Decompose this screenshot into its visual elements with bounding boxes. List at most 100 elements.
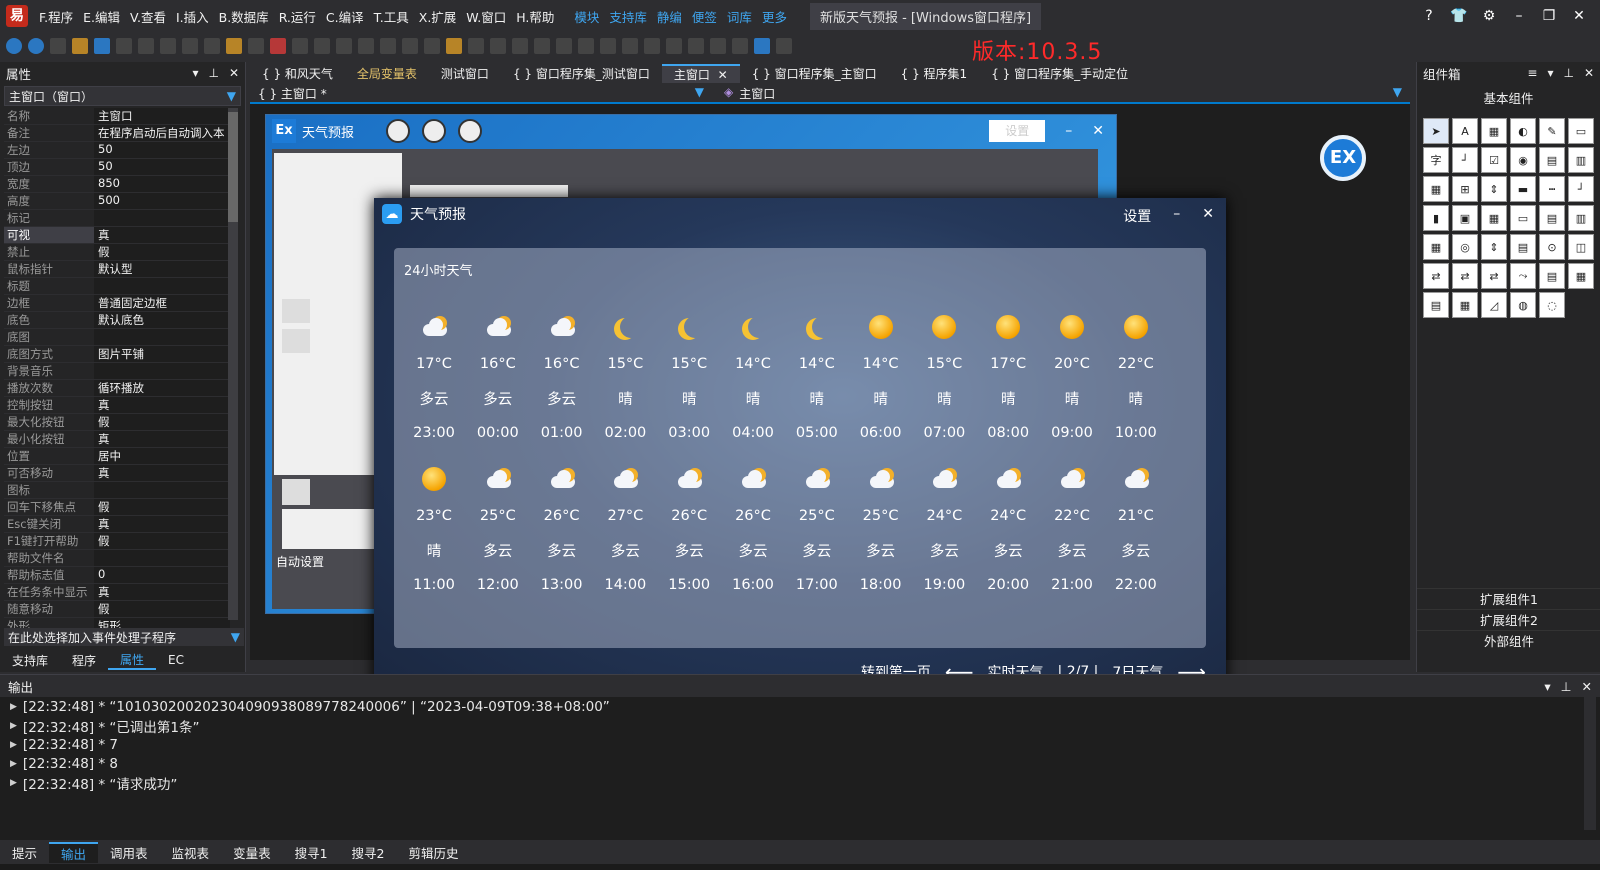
window-icon[interactable] — [468, 38, 484, 54]
close-icon[interactable]: ✕ — [1582, 679, 1592, 694]
step-into-icon[interactable] — [380, 38, 396, 54]
close-button[interactable]: ✕ — [1568, 8, 1590, 24]
component-tool-icon[interactable]: A — [1452, 118, 1478, 144]
quick-link[interactable]: 支持库 — [604, 7, 652, 26]
expand-triangle-icon[interactable]: ▶ — [10, 759, 17, 769]
property-value[interactable]: 居中 — [94, 448, 230, 464]
center-v-icon[interactable] — [600, 38, 616, 54]
property-value[interactable]: 在程序启动后自动调入本 — [94, 125, 230, 141]
property-value[interactable]: 50 — [94, 159, 230, 175]
sun-thumb-icon[interactable] — [282, 479, 310, 505]
lightbulb-icon[interactable] — [446, 38, 462, 54]
output-line[interactable]: ▶ [22:32:48] * 8 — [0, 754, 1600, 773]
property-row[interactable]: 在任务条中显示真 — [4, 584, 230, 601]
output-line[interactable]: ▶ [22:32:48] * 7 — [0, 735, 1600, 754]
step-icon[interactable] — [336, 38, 352, 54]
property-row[interactable]: 位置 居中 — [4, 448, 230, 465]
component-tool-icon[interactable]: ▦ — [1568, 263, 1594, 289]
minimize-button[interactable]: – — [1508, 8, 1530, 24]
quick-link[interactable]: 词库 — [722, 7, 757, 26]
property-row[interactable]: 名称 主窗口 — [4, 108, 230, 125]
list-icon[interactable]: ≡ — [1527, 66, 1537, 80]
component-tool-icon[interactable]: ▦ — [1481, 205, 1507, 231]
property-value[interactable]: 真 — [94, 516, 230, 532]
left-tab[interactable]: EC — [156, 653, 196, 667]
bottom-tab[interactable]: 提示 — [0, 843, 49, 862]
left-tab[interactable]: 支持库 — [0, 652, 60, 669]
redo-icon[interactable] — [182, 38, 198, 54]
help-icon[interactable]: ? — [1418, 8, 1440, 24]
dropdown-icon[interactable]: ▾ — [1544, 679, 1550, 694]
align-bottom-icon[interactable] — [556, 38, 572, 54]
property-value[interactable]: 假 — [94, 533, 230, 549]
quick-link[interactable]: 静编 — [652, 7, 687, 26]
component-category[interactable]: 扩展组件1 — [1417, 588, 1600, 609]
component-tool-icon[interactable]: ▤ — [1539, 205, 1565, 231]
component-tool-icon[interactable]: ┘ — [1452, 147, 1478, 173]
back-icon[interactable] — [6, 38, 22, 54]
property-row[interactable]: 顶边 50 — [4, 159, 230, 176]
component-tool-icon[interactable]: ⇄ — [1452, 263, 1478, 289]
property-row[interactable]: 左边 50 — [4, 142, 230, 159]
menu-item[interactable]: H.帮助 — [511, 7, 559, 26]
property-row[interactable]: 播放次数 循环播放 — [4, 380, 230, 397]
property-value[interactable]: 真 — [94, 465, 230, 481]
document-tab[interactable]: 测试窗口 — [429, 65, 501, 82]
property-value[interactable]: 主窗口 — [94, 108, 230, 124]
component-tool-icon[interactable]: ◍ — [1510, 292, 1536, 318]
object-selector[interactable]: 主窗口（窗口） ▼ — [4, 86, 241, 106]
menu-item[interactable]: V.查看 — [125, 7, 171, 26]
document-tab[interactable]: { } 和风天气 — [250, 65, 345, 82]
component-tool-icon[interactable]: ◉ — [1510, 147, 1536, 173]
left-tab[interactable]: 属性 — [108, 651, 157, 670]
component-tool-icon[interactable]: ⇕ — [1481, 176, 1507, 202]
component-tool-icon[interactable]: ⊙ — [1539, 234, 1565, 260]
bottom-tab[interactable]: 剪辑历史 — [396, 843, 470, 862]
component-tool-icon[interactable]: ▦ — [1481, 118, 1507, 144]
component-tool-icon[interactable]: ▤ — [1423, 292, 1449, 318]
quick-link[interactable]: 便签 — [687, 7, 722, 26]
maximize-button[interactable]: ❐ — [1538, 8, 1560, 24]
property-row[interactable]: F1键打开帮助假 — [4, 533, 230, 550]
property-row[interactable]: 底色 默认底色 — [4, 312, 230, 329]
tools-icon[interactable] — [776, 38, 792, 54]
property-row[interactable]: 底图方式 图片平铺 — [4, 346, 230, 363]
expand-icon[interactable] — [732, 38, 748, 54]
left-tab[interactable]: 程序 — [60, 652, 108, 669]
property-value[interactable]: 真 — [94, 227, 230, 243]
project-icon[interactable] — [226, 38, 242, 54]
component-tool-icon[interactable]: ⇄ — [1423, 263, 1449, 289]
property-value[interactable]: 50 — [94, 142, 230, 158]
expand-triangle-icon[interactable]: ▶ — [10, 702, 17, 712]
ex-badge-icon[interactable]: EX — [1320, 135, 1366, 181]
event-selector[interactable]: 在此处选择加入事件处理子程序 ▼ — [4, 628, 244, 646]
component-tool-icon[interactable]: ▮ — [1423, 205, 1449, 231]
output-scrollbar[interactable] — [1584, 694, 1596, 830]
component-tool-icon[interactable]: ◌ — [1539, 292, 1565, 318]
component-tool-icon[interactable]: ▤ — [1539, 263, 1565, 289]
document-tab[interactable]: { } 窗口程序集_测试窗口 — [501, 65, 662, 82]
placeholder-label[interactable] — [410, 185, 568, 197]
pin-icon[interactable]: ⊥ — [1561, 679, 1572, 694]
basic-components-category[interactable]: 基本组件 — [1417, 84, 1600, 111]
component-tool-icon[interactable]: ➤ — [1423, 118, 1449, 144]
weather-window[interactable]: ☁ 天气预报 设置 – ✕ 24小时天气 17°C 多云 23:00 16°C 多云 00… — [374, 198, 1226, 694]
property-row[interactable]: 标记 — [4, 210, 230, 227]
menu-item[interactable]: C.编译 — [321, 7, 369, 26]
property-value[interactable] — [94, 329, 230, 345]
close-tab-icon[interactable]: ✕ — [714, 68, 728, 82]
bottom-tab[interactable]: 调用表 — [98, 843, 160, 862]
undo-icon[interactable] — [204, 38, 220, 54]
document-tab[interactable]: { } 窗口程序集_主窗口 — [740, 65, 889, 82]
property-value[interactable]: 默认底色 — [94, 312, 230, 328]
property-value[interactable]: 默认型 — [94, 261, 230, 277]
timer-icon[interactable] — [458, 119, 483, 143]
menu-item[interactable]: X.扩展 — [414, 7, 462, 26]
property-row[interactable]: 底图 — [4, 329, 230, 346]
output-line[interactable]: ▶ [22:32:48] * “1010302002023040909380897… — [0, 697, 1600, 716]
property-row[interactable]: 控制按钮真 — [4, 397, 230, 414]
component-tool-icon[interactable]: ┅ — [1539, 176, 1565, 202]
component-tool-icon[interactable]: ▭ — [1568, 118, 1594, 144]
breakpoint-icon[interactable] — [424, 38, 440, 54]
property-row[interactable]: 标题 — [4, 278, 230, 295]
